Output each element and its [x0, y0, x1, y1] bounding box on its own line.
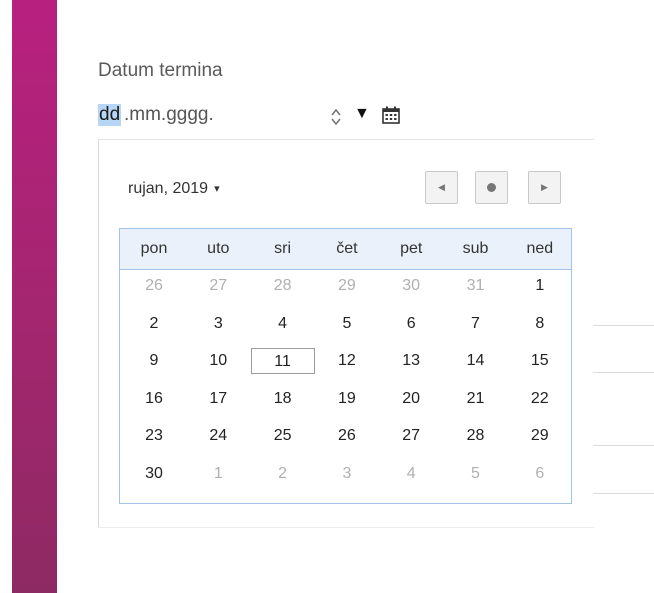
calendar-day[interactable]: 2: [251, 461, 315, 487]
chevron-down-icon: ▾: [214, 183, 220, 195]
weekday-header-row: pon uto sri čet pet sub ned: [120, 229, 571, 270]
weekday-header: pet: [400, 240, 423, 257]
spinner-icon[interactable]: [330, 107, 342, 127]
calendar-day[interactable]: 5: [315, 311, 379, 337]
month-year-label: rujan, 2019: [128, 180, 209, 197]
calendar-day[interactable]: 30: [122, 461, 186, 487]
next-month-button[interactable]: ▶: [528, 171, 561, 204]
calendar-day[interactable]: 6: [379, 311, 443, 337]
calendar-day[interactable]: 16: [122, 386, 186, 412]
calendar-day[interactable]: 17: [186, 386, 250, 412]
calendar-day[interactable]: 29: [315, 273, 379, 299]
background-divider: [593, 372, 654, 373]
calendar-day[interactable]: 26: [315, 423, 379, 449]
weekday-header: pon: [140, 240, 168, 257]
calendar-day[interactable]: 7: [444, 311, 508, 337]
calendar-day[interactable]: 28: [251, 273, 315, 299]
calendar-icon[interactable]: [380, 104, 402, 126]
calendar-day[interactable]: 9: [122, 348, 186, 374]
calendar-day[interactable]: 24: [186, 423, 250, 449]
popup-bottom-border: [98, 527, 594, 528]
date-input[interactable]: dd .mm.gggg. ▼: [98, 100, 400, 132]
date-segment-day[interactable]: dd: [98, 104, 122, 126]
calendar-day[interactable]: 3: [315, 461, 379, 487]
calendar-day[interactable]: 23: [122, 423, 186, 449]
accent-sidebar-bar: [12, 0, 57, 593]
calendar-day[interactable]: 19: [315, 386, 379, 412]
calendar-day[interactable]: 20: [379, 386, 443, 412]
previous-month-button[interactable]: ◀: [425, 171, 458, 204]
calendar-day[interactable]: 13: [379, 348, 443, 374]
calendar-day[interactable]: 4: [251, 311, 315, 337]
calendar-day[interactable]: 27: [379, 423, 443, 449]
calendar-day[interactable]: 26: [122, 273, 186, 299]
calendar-day[interactable]: 31: [444, 273, 508, 299]
calendar-day[interactable]: 1: [508, 273, 572, 299]
calendar-day[interactable]: 8: [508, 311, 572, 337]
popup-top-border: [98, 139, 594, 140]
triangle-left-icon: ◀: [438, 182, 445, 192]
calendar-day[interactable]: 30: [379, 273, 443, 299]
triangle-down-icon[interactable]: ▼: [354, 105, 370, 123]
background-divider: [593, 493, 654, 494]
today-button[interactable]: [475, 171, 508, 204]
background-divider: [593, 325, 654, 326]
calendar-day[interactable]: 6: [508, 461, 572, 487]
weekday-header: uto: [207, 240, 230, 257]
popup-left-border: [98, 139, 99, 527]
calendar-day[interactable]: 1: [186, 461, 250, 487]
calendar-day[interactable]: 15: [508, 348, 572, 374]
calendar-day[interactable]: 25: [251, 423, 315, 449]
weekday-header: sub: [462, 240, 489, 257]
calendar-day[interactable]: 2: [122, 311, 186, 337]
calendar-day[interactable]: 28: [444, 423, 508, 449]
calendar-day[interactable]: 18: [251, 386, 315, 412]
calendar-day[interactable]: 10: [186, 348, 250, 374]
calendar-day[interactable]: 21: [444, 386, 508, 412]
dot-icon: [487, 183, 496, 192]
calendar-day-today[interactable]: 11: [250, 348, 315, 374]
calendar-day[interactable]: 4: [379, 461, 443, 487]
month-year-dropdown[interactable]: rujan, 2019 ▾: [128, 180, 220, 198]
calendar-day[interactable]: 22: [508, 386, 572, 412]
weekday-header: čet: [336, 240, 358, 257]
weekday-header: ned: [526, 240, 554, 257]
calendar-day[interactable]: 29: [508, 423, 572, 449]
calendar-day[interactable]: 14: [444, 348, 508, 374]
triangle-right-icon: ▶: [541, 182, 548, 192]
date-segment-month-year[interactable]: .mm.gggg.: [124, 104, 214, 126]
calendar-day[interactable]: 5: [444, 461, 508, 487]
calendar-day[interactable]: 27: [186, 273, 250, 299]
calendar-day[interactable]: 12: [315, 348, 379, 374]
calendar-day[interactable]: 3: [186, 311, 250, 337]
field-label: Datum termina: [98, 60, 223, 81]
background-divider: [593, 445, 654, 446]
weekday-header: sri: [274, 240, 292, 257]
calendar-grid: pon uto sri čet pet sub ned 26 27 28 29 30 31 1 2 3 4 5 6…: [119, 228, 572, 504]
